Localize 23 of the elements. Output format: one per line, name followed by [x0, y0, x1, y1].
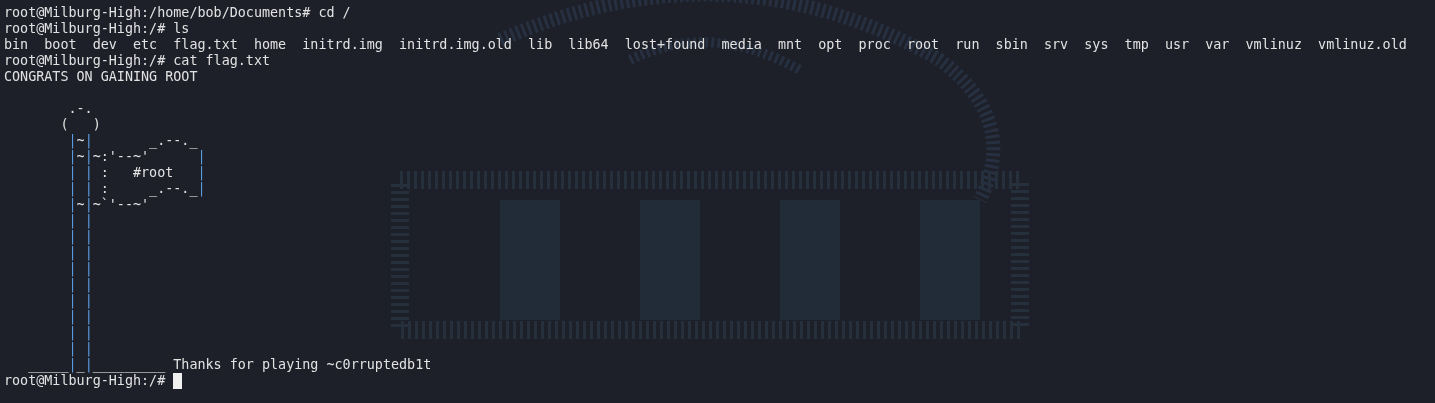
ascii-art-line: | | : _.--._| [67, 181, 206, 197]
ascii-art-line: | | [67, 309, 93, 325]
ascii-art-line: | | : #root | [67, 165, 206, 181]
output-line: bin boot dev etc flag.txt home initrd.img initrd.img.old lib lib64 lost+found media mnt opt proc root run sbin srv sys tmp usr var vmlinuz vmlinuz.old [4, 37, 1407, 53]
ascii-art-line: | | [67, 261, 93, 277]
ascii-art-line: | | [67, 213, 93, 229]
ascii-art-line: |~|~`'--~' [67, 197, 150, 213]
command-line: root@Milburg-High:/# ls [4, 21, 190, 37]
ascii-art-line: ( ) [59, 117, 101, 133]
ascii-art-line: | | [67, 229, 93, 245]
ascii-art-line: | | [67, 277, 93, 293]
command-line: root@Milburg-High:/home/bob/Documents# cd / [4, 5, 351, 21]
output-line: CONGRATS ON GAINING ROOT [4, 69, 198, 85]
ascii-art-line: | | [67, 341, 93, 357]
ascii-art-line: |~|~:'--~' | [67, 149, 206, 165]
shell-prompt: root@Milburg-High:/# [4, 373, 166, 389]
ascii-art-line: .-. [67, 101, 93, 117]
command-line: root@Milburg-High:/# cat flag.txt [4, 53, 271, 69]
ascii-art-line: | | [67, 325, 93, 341]
ascii-art-line: |~| _.--._ [67, 133, 198, 149]
ascii-art-line: _____|_|_________ Thanks for playing ~c0rruptedb1t [27, 357, 432, 373]
ascii-art-line: | | [67, 293, 93, 309]
ascii-art-line: | | [67, 245, 93, 261]
